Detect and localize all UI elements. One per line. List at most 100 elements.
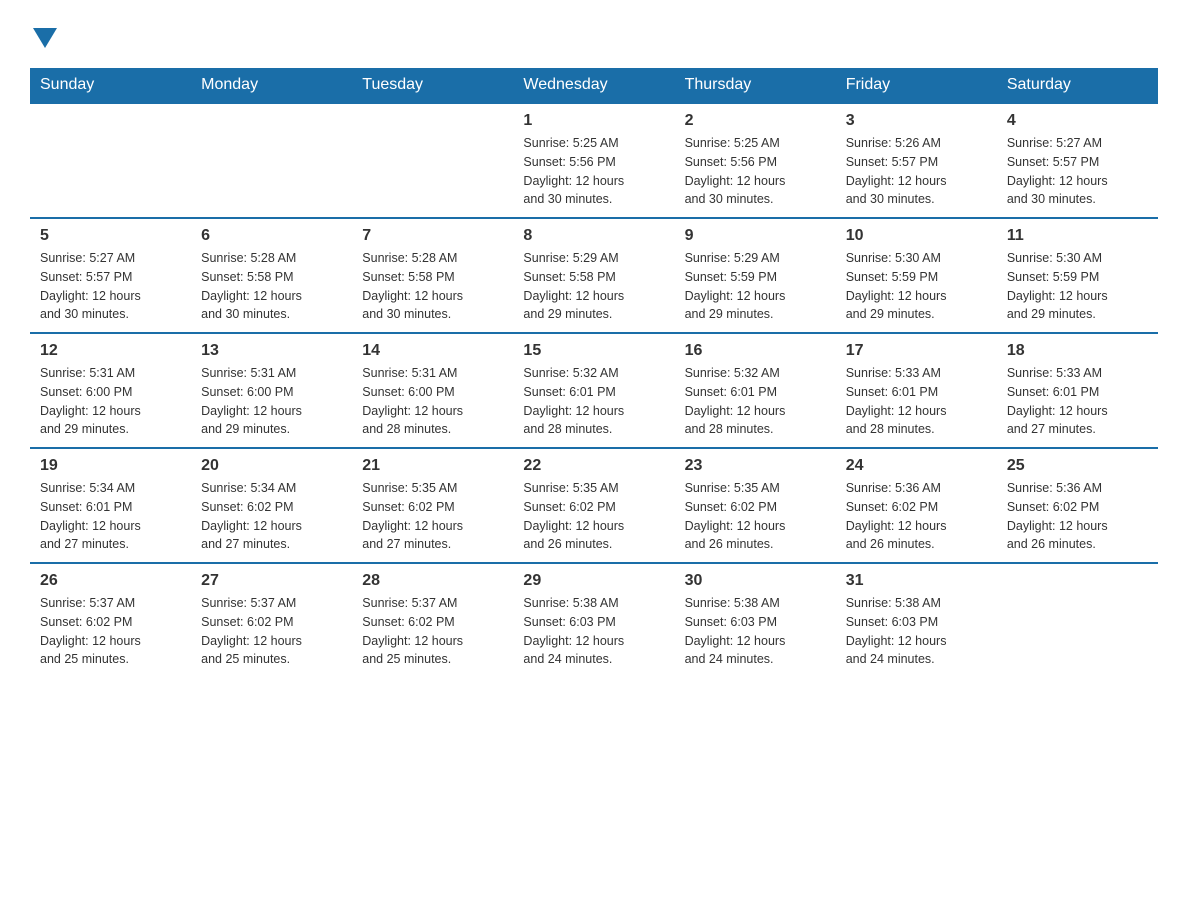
day-number: 28 [362,572,503,590]
day-cell: 7 Sunrise: 5:28 AM Sunset: 5:58 PM Daylig… [352,218,513,333]
day-number: 9 [685,227,826,245]
header-monday: Monday [191,68,352,103]
day-cell: 11Sunrise: 5:30 AM Sunset: 5:59 PM Dayli… [997,218,1158,333]
header-tuesday: Tuesday [352,68,513,103]
day-number: 24 [846,457,987,475]
day-number: 23 [685,457,826,475]
week-row-1: 1 Sunrise: 5:25 AM Sunset: 5:56 PM Daylig… [30,103,1158,218]
day-cell: 21 Sunrise: 5:35 AM Sunset: 6:02 PM Dayli… [352,448,513,563]
day-number: 6 [201,227,342,245]
day-number: 4 [1007,112,1148,130]
day-info: Sunrise: 5:37 AM Sunset: 6:02 PM Dayligh… [201,594,342,669]
day-number: 3 [846,112,987,130]
day-number: 15 [523,342,664,360]
day-number: 29 [523,572,664,590]
day-cell: 24Sunrise: 5:36 AM Sunset: 6:02 PM Dayli… [836,448,997,563]
day-cell: 27 Sunrise: 5:37 AM Sunset: 6:02 PM Dayli… [191,563,352,677]
day-number: 10 [846,227,987,245]
day-info: Sunrise: 5:34 AM Sunset: 6:01 PM Dayligh… [40,479,181,554]
day-cell: 23 Sunrise: 5:35 AM Sunset: 6:02 PM Dayli… [675,448,836,563]
day-number: 14 [362,342,503,360]
day-cell [191,103,352,218]
week-row-2: 5Sunrise: 5:27 AM Sunset: 5:57 PM Daylig… [30,218,1158,333]
day-number: 16 [685,342,826,360]
day-info: Sunrise: 5:25 AM Sunset: 5:56 PM Dayligh… [685,134,826,209]
day-cell [30,103,191,218]
day-cell: 30 Sunrise: 5:38 AM Sunset: 6:03 PM Dayli… [675,563,836,677]
day-cell: 26Sunrise: 5:37 AM Sunset: 6:02 PM Dayli… [30,563,191,677]
day-cell: 9 Sunrise: 5:29 AM Sunset: 5:59 PM Daylig… [675,218,836,333]
day-cell: 17Sunrise: 5:33 AM Sunset: 6:01 PM Dayli… [836,333,997,448]
day-info: Sunrise: 5:37 AM Sunset: 6:02 PM Dayligh… [40,594,181,669]
calendar-table: SundayMondayTuesdayWednesdayThursdayFrid… [30,68,1158,677]
day-number: 7 [362,227,503,245]
day-cell: 20Sunrise: 5:34 AM Sunset: 6:02 PM Dayli… [191,448,352,563]
day-number: 18 [1007,342,1148,360]
day-cell: 25 Sunrise: 5:36 AM Sunset: 6:02 PM Dayli… [997,448,1158,563]
day-info: Sunrise: 5:38 AM Sunset: 6:03 PM Dayligh… [846,594,987,669]
day-info: Sunrise: 5:30 AM Sunset: 5:59 PM Dayligh… [1007,249,1148,324]
logo [30,20,57,48]
day-info: Sunrise: 5:33 AM Sunset: 6:01 PM Dayligh… [1007,364,1148,439]
day-info: Sunrise: 5:29 AM Sunset: 5:59 PM Dayligh… [685,249,826,324]
day-info: Sunrise: 5:36 AM Sunset: 6:02 PM Dayligh… [1007,479,1148,554]
day-info: Sunrise: 5:26 AM Sunset: 5:57 PM Dayligh… [846,134,987,209]
day-number: 31 [846,572,987,590]
logo-triangle-icon [33,28,57,48]
day-cell: 14 Sunrise: 5:31 AM Sunset: 6:00 PM Dayli… [352,333,513,448]
day-cell: 3 Sunrise: 5:26 AM Sunset: 5:57 PM Daylig… [836,103,997,218]
day-number: 8 [523,227,664,245]
day-info: Sunrise: 5:35 AM Sunset: 6:02 PM Dayligh… [362,479,503,554]
day-cell: 28 Sunrise: 5:37 AM Sunset: 6:02 PM Dayli… [352,563,513,677]
day-cell: 16 Sunrise: 5:32 AM Sunset: 6:01 PM Dayli… [675,333,836,448]
day-cell: 15 Sunrise: 5:32 AM Sunset: 6:01 PM Dayli… [513,333,674,448]
day-info: Sunrise: 5:32 AM Sunset: 6:01 PM Dayligh… [523,364,664,439]
day-number: 12 [40,342,181,360]
day-number: 27 [201,572,342,590]
header-saturday: Saturday [997,68,1158,103]
day-info: Sunrise: 5:31 AM Sunset: 6:00 PM Dayligh… [362,364,503,439]
day-cell: 18 Sunrise: 5:33 AM Sunset: 6:01 PM Dayli… [997,333,1158,448]
day-info: Sunrise: 5:32 AM Sunset: 6:01 PM Dayligh… [685,364,826,439]
day-cell: 31 Sunrise: 5:38 AM Sunset: 6:03 PM Dayli… [836,563,997,677]
week-row-5: 26Sunrise: 5:37 AM Sunset: 6:02 PM Dayli… [30,563,1158,677]
day-cell: 5Sunrise: 5:27 AM Sunset: 5:57 PM Daylig… [30,218,191,333]
day-number: 19 [40,457,181,475]
day-cell: 13 Sunrise: 5:31 AM Sunset: 6:00 PM Dayli… [191,333,352,448]
day-number: 25 [1007,457,1148,475]
day-cell: 6Sunrise: 5:28 AM Sunset: 5:58 PM Daylig… [191,218,352,333]
day-cell: 8 Sunrise: 5:29 AM Sunset: 5:58 PM Daylig… [513,218,674,333]
day-cell: 2 Sunrise: 5:25 AM Sunset: 5:56 PM Daylig… [675,103,836,218]
day-info: Sunrise: 5:34 AM Sunset: 6:02 PM Dayligh… [201,479,342,554]
day-cell: 4 Sunrise: 5:27 AM Sunset: 5:57 PM Daylig… [997,103,1158,218]
header-sunday: Sunday [30,68,191,103]
day-number: 21 [362,457,503,475]
day-info: Sunrise: 5:35 AM Sunset: 6:02 PM Dayligh… [685,479,826,554]
day-info: Sunrise: 5:31 AM Sunset: 6:00 PM Dayligh… [201,364,342,439]
day-info: Sunrise: 5:38 AM Sunset: 6:03 PM Dayligh… [685,594,826,669]
day-info: Sunrise: 5:33 AM Sunset: 6:01 PM Dayligh… [846,364,987,439]
day-info: Sunrise: 5:30 AM Sunset: 5:59 PM Dayligh… [846,249,987,324]
day-cell: 10 Sunrise: 5:30 AM Sunset: 5:59 PM Dayli… [836,218,997,333]
day-number: 30 [685,572,826,590]
week-row-3: 12 Sunrise: 5:31 AM Sunset: 6:00 PM Dayli… [30,333,1158,448]
header-wednesday: Wednesday [513,68,674,103]
day-cell [997,563,1158,677]
day-number: 13 [201,342,342,360]
day-cell: 29 Sunrise: 5:38 AM Sunset: 6:03 PM Dayli… [513,563,674,677]
day-info: Sunrise: 5:28 AM Sunset: 5:58 PM Dayligh… [362,249,503,324]
week-row-4: 19 Sunrise: 5:34 AM Sunset: 6:01 PM Dayli… [30,448,1158,563]
page-header [30,20,1158,48]
day-info: Sunrise: 5:31 AM Sunset: 6:00 PM Dayligh… [40,364,181,439]
day-info: Sunrise: 5:35 AM Sunset: 6:02 PM Dayligh… [523,479,664,554]
day-info: Sunrise: 5:27 AM Sunset: 5:57 PM Dayligh… [1007,134,1148,209]
day-number: 22 [523,457,664,475]
day-number: 2 [685,112,826,130]
day-cell: 1 Sunrise: 5:25 AM Sunset: 5:56 PM Daylig… [513,103,674,218]
day-info: Sunrise: 5:37 AM Sunset: 6:02 PM Dayligh… [362,594,503,669]
day-info: Sunrise: 5:29 AM Sunset: 5:58 PM Dayligh… [523,249,664,324]
day-info: Sunrise: 5:38 AM Sunset: 6:03 PM Dayligh… [523,594,664,669]
day-number: 1 [523,112,664,130]
day-info: Sunrise: 5:25 AM Sunset: 5:56 PM Dayligh… [523,134,664,209]
calendar-header-row: SundayMondayTuesdayWednesdayThursdayFrid… [30,68,1158,103]
